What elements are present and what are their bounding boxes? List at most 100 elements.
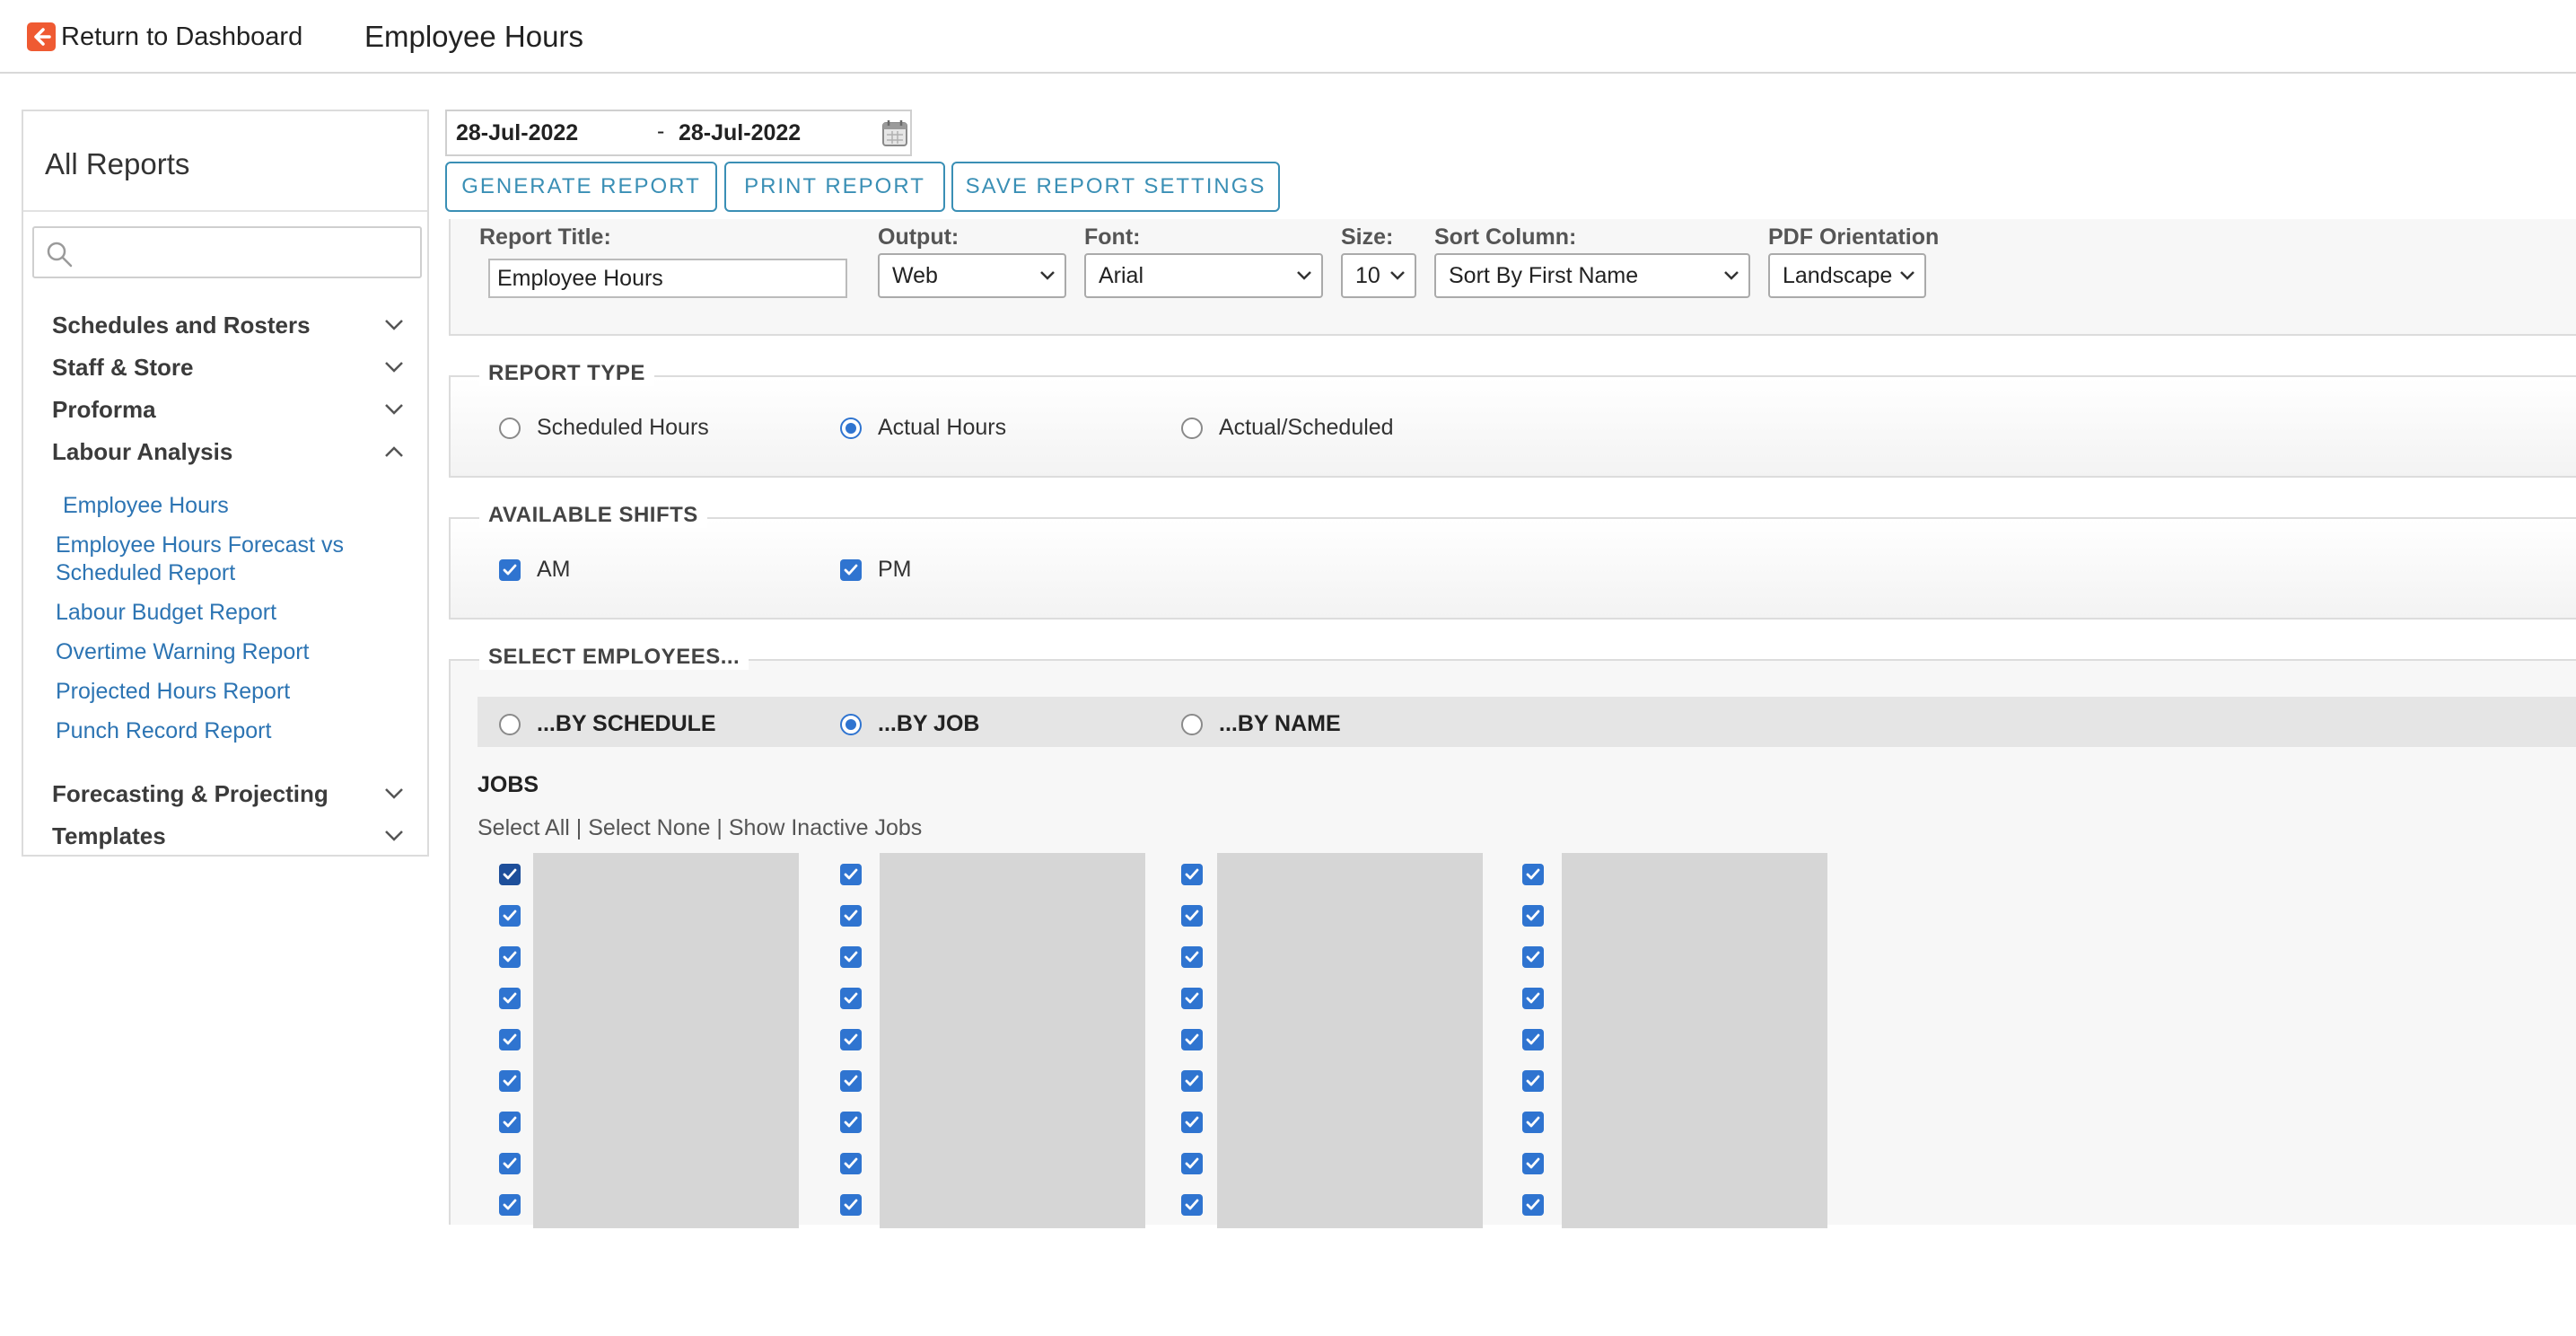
job-checkbox[interactable] — [1181, 988, 1203, 1009]
shift-am[interactable]: AM — [499, 557, 571, 583]
job-checkbox[interactable] — [1522, 864, 1544, 885]
save-report-settings-button[interactable]: SAVE REPORT SETTINGS — [951, 162, 1280, 212]
category-label: Schedules and Rosters — [52, 311, 311, 338]
select-none-link[interactable]: Select None — [588, 815, 710, 840]
job-checkbox[interactable] — [1181, 946, 1203, 968]
calendar-icon[interactable] — [881, 119, 908, 147]
generate-report-button[interactable]: GENERATE REPORT — [445, 162, 717, 212]
output-select[interactable]: Web — [878, 253, 1066, 298]
sort-column-select[interactable]: Sort By First Name — [1434, 253, 1750, 298]
pdf-orientation-select[interactable]: Landscape — [1768, 253, 1926, 298]
job-checkbox[interactable] — [499, 1194, 521, 1216]
radio-button[interactable] — [499, 713, 521, 735]
report-link-punch-record[interactable]: Punch Record Report — [56, 717, 271, 745]
job-checkbox[interactable] — [499, 1153, 521, 1174]
report-link-employee-hours[interactable]: Employee Hours — [63, 492, 229, 520]
jobs-title: JOBS — [478, 772, 539, 797]
job-checkbox[interactable] — [499, 864, 521, 885]
report-link-overtime-warning[interactable]: Overtime Warning Report — [56, 638, 310, 666]
font-select[interactable]: Arial — [1084, 253, 1323, 298]
report-type-scheduled-hours[interactable]: Scheduled Hours — [499, 415, 709, 441]
radio-button-selected[interactable] — [840, 417, 862, 439]
category-labour-analysis[interactable]: Labour Analysis — [52, 434, 411, 470]
category-proforma[interactable]: Proforma — [52, 391, 411, 427]
job-checkbox[interactable] — [1181, 1070, 1203, 1092]
report-link-projected-hours[interactable]: Projected Hours Report — [56, 678, 290, 706]
print-report-button[interactable]: PRINT REPORT — [724, 162, 945, 212]
check-icon — [1185, 1075, 1199, 1086]
report-search-box[interactable] — [32, 226, 422, 278]
report-link-labour-budget[interactable]: Labour Budget Report — [56, 599, 276, 627]
select-by-schedule[interactable]: ...BY SCHEDULE — [499, 711, 716, 737]
job-checkbox[interactable] — [840, 1153, 862, 1174]
job-checkbox[interactable] — [1181, 1112, 1203, 1133]
job-checkbox[interactable] — [499, 1070, 521, 1092]
checkbox-checked[interactable] — [499, 558, 521, 581]
date-to-field[interactable]: 28-Jul-2022 — [679, 120, 801, 146]
search-icon — [47, 242, 73, 268]
job-checkbox[interactable] — [840, 946, 862, 968]
job-checkbox[interactable] — [1522, 1194, 1544, 1216]
employee-selection-mode-bar: ...BY SCHEDULE ...BY JOB ...BY NAME — [478, 697, 2576, 747]
job-checkbox[interactable] — [1181, 1029, 1203, 1050]
report-search-input[interactable] — [81, 233, 416, 273]
date-from-field[interactable]: 28-Jul-2022 — [456, 120, 578, 146]
shift-pm[interactable]: PM — [840, 557, 912, 583]
category-schedules-and-rosters[interactable]: Schedules and Rosters — [52, 307, 411, 343]
check-icon — [503, 1116, 517, 1128]
job-checkbox[interactable] — [1181, 864, 1203, 885]
job-checkbox[interactable] — [1181, 905, 1203, 927]
checkbox-label: PM — [878, 557, 912, 582]
show-inactive-jobs-link[interactable]: Show Inactive Jobs — [729, 815, 922, 840]
check-icon — [1526, 992, 1540, 1004]
category-templates[interactable]: Templates — [52, 818, 411, 854]
output-select-value: Web — [892, 262, 938, 288]
job-checkbox[interactable] — [499, 946, 521, 968]
radio-button[interactable] — [499, 417, 521, 439]
job-checkbox[interactable] — [840, 905, 862, 927]
category-staff-and-store[interactable]: Staff & Store — [52, 349, 411, 385]
job-checkbox[interactable] — [840, 1029, 862, 1050]
checkbox-checked[interactable] — [840, 558, 862, 581]
report-link-employee-hours-forecast-line2[interactable]: Scheduled Report — [56, 559, 235, 587]
job-checkbox[interactable] — [1522, 1070, 1544, 1092]
job-checkbox[interactable] — [840, 988, 862, 1009]
chevron-up-icon — [385, 446, 403, 457]
check-icon — [1185, 1199, 1199, 1210]
report-type-actual-hours[interactable]: Actual Hours — [840, 415, 1006, 441]
check-icon — [1185, 868, 1199, 880]
job-checkbox[interactable] — [840, 864, 862, 885]
report-title-input[interactable]: Employee Hours — [488, 259, 847, 298]
job-checkbox[interactable] — [1522, 1029, 1544, 1050]
job-checkbox[interactable] — [499, 905, 521, 927]
check-icon — [1185, 1116, 1199, 1128]
radio-button[interactable] — [1181, 713, 1203, 735]
category-forecasting-and-projecting[interactable]: Forecasting & Projecting — [52, 776, 411, 812]
job-checkbox[interactable] — [840, 1194, 862, 1216]
date-range-picker[interactable]: 28-Jul-2022 - 28-Jul-2022 — [445, 110, 912, 156]
return-to-dashboard-link[interactable]: Return to Dashboard — [27, 18, 302, 56]
job-checkbox[interactable] — [840, 1070, 862, 1092]
radio-button[interactable] — [1181, 417, 1203, 439]
category-label: Staff & Store — [52, 353, 194, 381]
job-checkbox[interactable] — [1522, 1112, 1544, 1133]
select-by-job[interactable]: ...BY JOB — [840, 711, 979, 737]
job-checkbox[interactable] — [1522, 905, 1544, 927]
job-checkbox[interactable] — [840, 1112, 862, 1133]
size-select[interactable]: 10 — [1341, 253, 1416, 298]
job-checkbox[interactable] — [1181, 1153, 1203, 1174]
select-all-link[interactable]: Select All — [478, 815, 570, 840]
job-checkbox[interactable] — [1522, 1153, 1544, 1174]
job-checkbox[interactable] — [1522, 946, 1544, 968]
radio-button-selected[interactable] — [840, 713, 862, 735]
check-icon — [503, 910, 517, 921]
check-icon — [1526, 1199, 1540, 1210]
report-link-employee-hours-forecast[interactable]: Employee Hours Forecast vs — [56, 532, 344, 559]
select-by-name[interactable]: ...BY NAME — [1181, 711, 1341, 737]
job-checkbox[interactable] — [499, 1112, 521, 1133]
job-checkbox[interactable] — [499, 988, 521, 1009]
job-checkbox[interactable] — [1522, 988, 1544, 1009]
job-checkbox[interactable] — [1181, 1194, 1203, 1216]
job-checkbox[interactable] — [499, 1029, 521, 1050]
report-type-actual-scheduled[interactable]: Actual/Scheduled — [1181, 415, 1394, 441]
